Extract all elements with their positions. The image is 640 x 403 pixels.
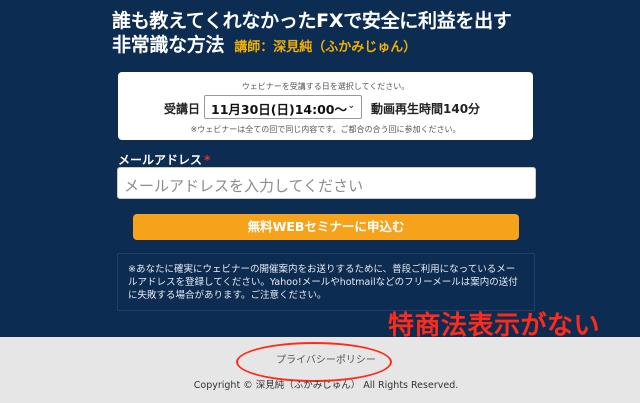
signup-hero: 誰も教えてくれなかったFXで安全に利益を出す 非常識な方法 講師：深見純（ふかみじ…	[0, 0, 640, 337]
email-field[interactable]: メールアドレスを入力してください	[117, 167, 536, 199]
annotation-circle	[236, 342, 392, 382]
lecturer-name: 講師：深見純（ふかみじゅん）	[234, 40, 417, 55]
footer: プライバシーポリシー Copyright © 深見純（ふかみじゅん） All R…	[0, 337, 640, 403]
title-line-2-wrapper: 非常識な方法 講師：深見純（ふかみじゅん）	[112, 33, 552, 60]
copyright: Copyright © 深見純（ふかみじゅん） All Rights Reser…	[193, 380, 459, 391]
session-instruction: ウェビナーを受講する日を選択してください。	[241, 82, 410, 91]
session-card: ウェビナーを受講する日を選択してください。 受講日 11月30日(日)14:00…	[118, 72, 533, 140]
email-label-text: メールアドレス	[118, 153, 203, 167]
page-title: 誰も教えてくれなかったFXで安全に利益を出す 非常識な方法 講師：深見純（ふかみじ…	[112, 9, 552, 60]
email-notice: ※あなたに確実にウェビナーの開催案内をお送りするために、普段ご利用になっているメ…	[117, 253, 535, 311]
chevron-down-icon: ⌄	[347, 101, 355, 111]
session-note: ※ウェビナーは全ての回で同じ内容です。ご都合の合う回に参加ください。	[190, 125, 461, 134]
video-duration: 動画再生時間140分	[371, 102, 481, 116]
session-row: 受講日 11月30日(日)14:00〜 ⌄ 動画再生時間140分	[118, 95, 533, 121]
annotation-text: 特商法表示がない	[388, 311, 601, 341]
title-line-1: 誰も教えてくれなかったFXで安全に利益を出す	[112, 10, 512, 32]
title-line-2: 非常識な方法	[112, 34, 225, 56]
session-select-value: 11月30日(日)14:00〜	[211, 102, 348, 117]
required-mark: *	[204, 153, 211, 167]
email-placeholder: メールアドレスを入力してください	[124, 177, 364, 195]
submit-button[interactable]: 無料WEBセミナーに申込む	[133, 214, 519, 240]
session-select[interactable]: 11月30日(日)14:00〜 ⌄	[204, 95, 362, 119]
email-label: メールアドレス *	[118, 151, 210, 168]
session-label: 受講日	[164, 102, 201, 116]
